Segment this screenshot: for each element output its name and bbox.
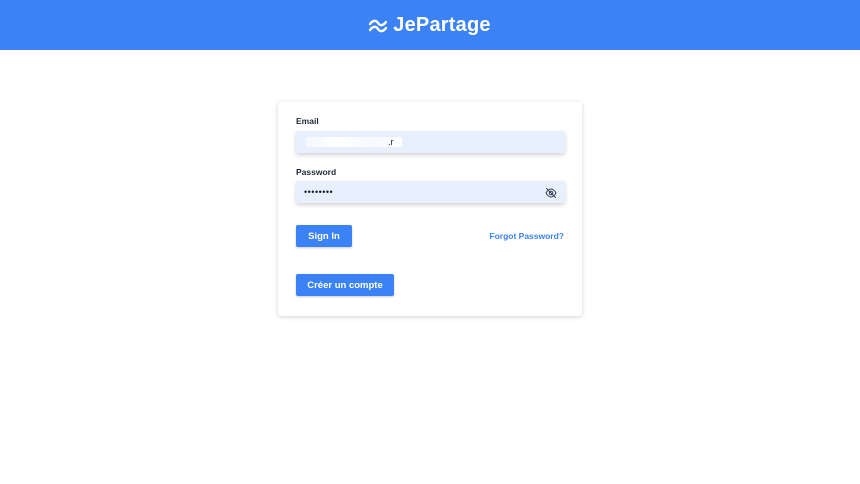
waves-icon [369,19,388,33]
brand[interactable]: JePartage [369,13,491,37]
login-card: Email .r Password •••••••• Sign In Forgo… [278,102,582,316]
password-field[interactable]: •••••••• [304,187,333,197]
brand-name: JePartage [393,13,491,36]
header-bar: JePartage [0,0,860,50]
sign-in-button[interactable]: Sign In [296,225,352,247]
create-account-button[interactable]: Créer un compte [296,274,394,296]
password-label: Password [296,167,337,177]
email-field-container[interactable]: .r [296,131,565,153]
password-field-container[interactable]: •••••••• [296,181,565,203]
email-visible-fragment: .r [388,137,394,147]
email-label: Email [296,116,319,126]
forgot-password-link[interactable]: Forgot Password? [489,231,564,241]
eye-off-icon[interactable] [545,186,557,198]
